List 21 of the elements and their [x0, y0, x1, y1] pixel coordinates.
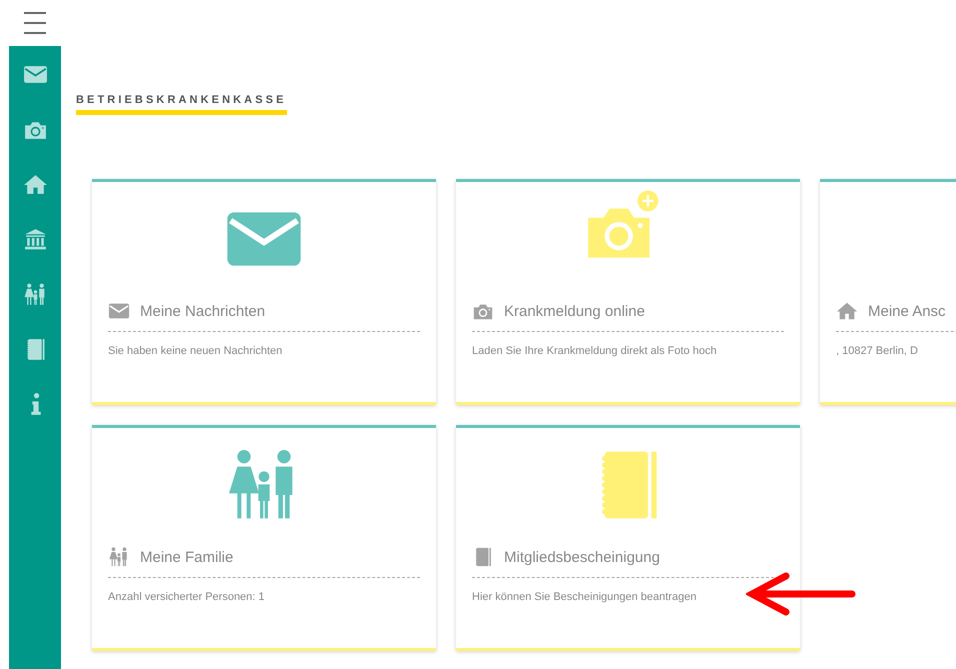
card[interactable]: Meine Ansc , 10827 Berlin, D: [820, 179, 956, 405]
card-title: Mitgliedsbescheinigung: [504, 548, 660, 566]
card-description: Laden Sie Ihre Krankmeldung direkt als Foto hoch: [472, 345, 718, 357]
card-description: Sie haben keine neuen Nachrichten: [108, 345, 284, 357]
house-icon: [836, 300, 858, 322]
card-title: Meine Familie: [140, 548, 234, 566]
bank-icon[interactable]: [22, 227, 48, 252]
card-description: Hier können Sie Bescheinigungen beantragen: [472, 591, 698, 603]
card-title: Meine Ansc: [868, 302, 946, 320]
card-title: Krankmeldung online: [504, 302, 645, 320]
card-title: Meine Nachrichten: [140, 302, 266, 320]
family-icon[interactable]: [22, 282, 48, 307]
card[interactable]: Mitgliedsbescheinigung Hier können Sie Bescheinigungen beantragen: [456, 425, 800, 651]
menu-button[interactable]: [22, 10, 48, 36]
card-description: Anzahl versicherter Personen: 1: [108, 591, 266, 603]
card[interactable]: Krankmeldung online Laden Sie Ihre Krankmeldung direkt als Foto hoch: [456, 179, 800, 405]
card[interactable]: Meine Familie Anzahl versicherter Personen: 1: [92, 425, 436, 651]
card-description: , 10827 Berlin, D: [836, 345, 919, 357]
brand-heading: BETRIEBSKRANKENKASSE: [76, 94, 287, 115]
card[interactable]: Meine Nachrichten Sie haben keine neuen Nachrichten: [92, 179, 436, 405]
family-icon: [108, 546, 130, 568]
